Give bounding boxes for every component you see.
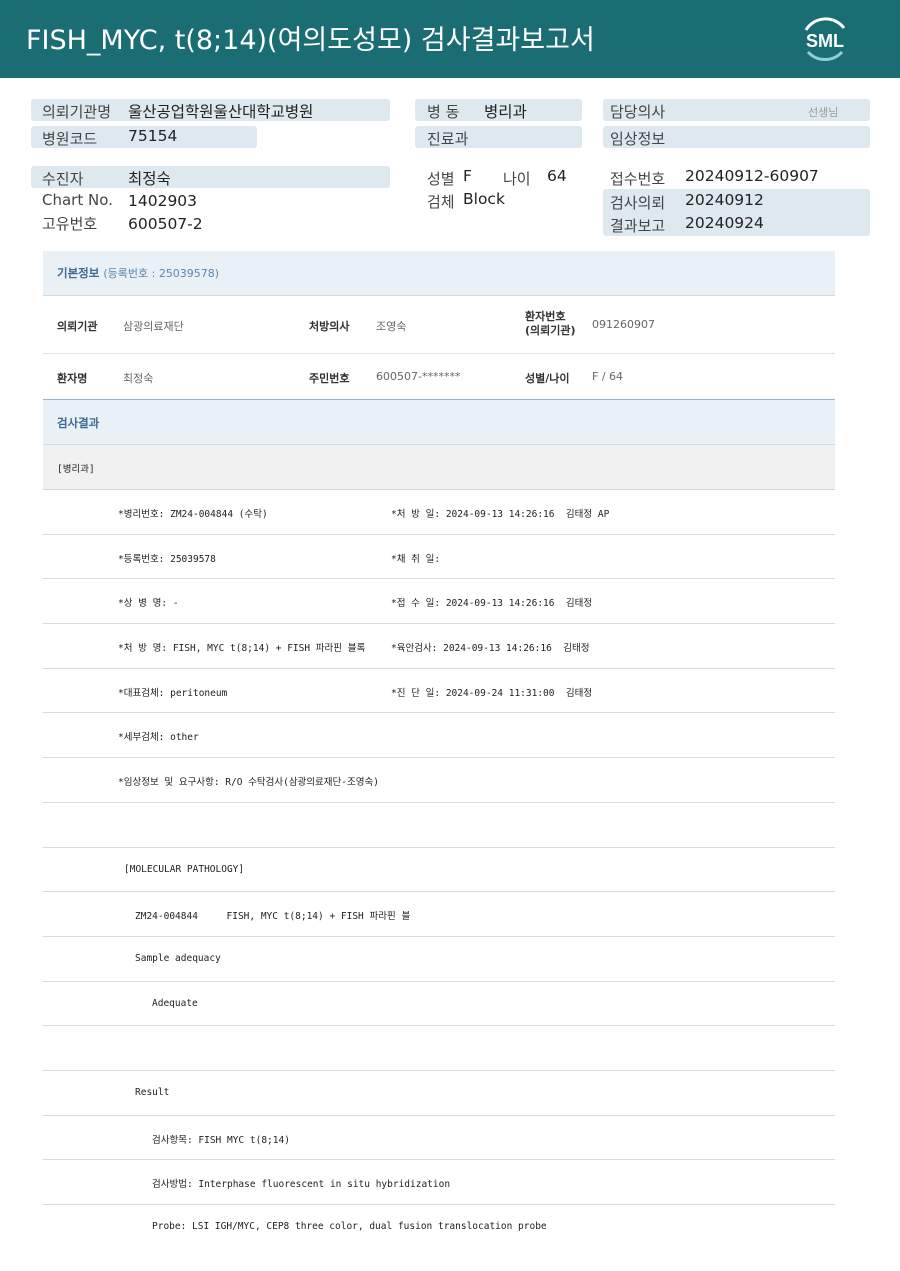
request-label: 검사의뢰	[610, 194, 666, 212]
result-line-left: *등록번호: 25039578	[118, 553, 216, 565]
report-value: 20240924	[685, 214, 764, 232]
rrn-val: 600507-*******	[376, 370, 461, 383]
hospital-code-value: 75154	[128, 127, 178, 145]
sml-logo-icon: SML	[804, 17, 846, 62]
result-line: *병리번호: ZM24-004844 (수탁) *처 방 일: 2024-09-…	[43, 490, 835, 535]
ward-label: 병 동	[427, 103, 460, 121]
basic-info-header: 기본정보 (등록번호 : 25039578)	[43, 251, 835, 296]
institution-key: 의뢰기관	[57, 320, 98, 333]
probe-line: Probe: LSI IGH/MYC, CEP8 three color, du…	[43, 1205, 835, 1250]
basic-info-row-1: 의뢰기관 삼광의료재단 처방의사 조영숙 환자번호 (의뢰기관) 0912609…	[43, 296, 835, 354]
method-text: 검사방법: Interphase fluorescent in situ hyb…	[152, 1179, 451, 1191]
item-text: 검사항목: FISH MYC t(8;14)	[152, 1134, 290, 1146]
result-label-line: Result	[43, 1071, 835, 1116]
unique-label: 고유번호	[42, 215, 98, 233]
name-val: 최정숙	[123, 372, 154, 385]
result-line-left: *처 방 명: FISH, MYC t(8;14) + FISH 파라핀 블록	[118, 643, 366, 655]
patient-value: 최정숙	[128, 170, 171, 188]
patient-no-key-line1: 환자번호	[525, 310, 566, 323]
adequacy-label-line: Sample adequacy	[43, 937, 835, 982]
item-line: 검사항목: FISH MYC t(8;14)	[43, 1116, 835, 1161]
result-line-right: *접 수 일: 2024-09-13 14:26:16 김태정	[391, 598, 593, 610]
patient-box	[31, 166, 390, 188]
result-line: *상 병 명: - *접 수 일: 2024-09-13 14:26:16 김태…	[43, 579, 835, 625]
sexage-val: F / 64	[592, 370, 624, 383]
registration-number: (등록번호 : 25039578)	[103, 267, 220, 280]
result-line-left: *상 병 명: -	[118, 598, 179, 610]
method-line: 검사방법: Interphase fluorescent in situ hyb…	[43, 1160, 835, 1205]
request-value: 20240912	[685, 191, 764, 209]
age-value: 64	[547, 167, 567, 185]
institution-value: 울산공업학원울산대학교병원	[128, 103, 314, 121]
chart-value: 1402903	[128, 192, 198, 210]
result-line: *등록번호: 25039578 *채 취 일:	[43, 535, 835, 580]
molecular-title: [MOLECULAR PATHOLOGY]	[124, 863, 245, 875]
hospital-code-label: 병원코드	[42, 130, 98, 148]
molecular-text: ZM24-004844 FISH, MYC t(8;14) + FISH 파라핀…	[135, 911, 411, 923]
result-line-left: *세부검체: other	[118, 732, 199, 744]
result-line-left: *병리번호: ZM24-004844 (수탁)	[118, 509, 268, 520]
probe-text: Probe: LSI IGH/MYC, CEP8 three color, du…	[152, 1221, 547, 1232]
patient-no-key: 환자번호 (의뢰기관)	[525, 310, 576, 338]
result-line-right: *진 단 일: 2024-09-24 11:31:00 김태정	[391, 687, 593, 699]
unique-value: 600507-2	[128, 215, 203, 233]
adequacy-label: Sample adequacy	[135, 952, 221, 964]
report-label: 결과보고	[610, 217, 666, 235]
specimen-value: Block	[463, 190, 505, 208]
institution-val: 삼광의료재단	[123, 320, 184, 333]
rrn-key: 주민번호	[309, 372, 350, 385]
result-line-left: *대표검체: peritoneum	[118, 687, 228, 699]
result-line-right: *육안검사: 2024-09-13 14:26:16 김태정	[391, 643, 590, 655]
clinical-label: 임상정보	[610, 130, 666, 148]
patient-no-key-line2: (의뢰기관)	[525, 324, 576, 337]
report-header: FISH_MYC, t(8;14)(여의도성모) 검사결과보고서 SML	[0, 0, 900, 78]
molecular-line: ZM24-004844 FISH, MYC t(8;14) + FISH 파라핀…	[43, 892, 835, 937]
name-key: 환자명	[57, 372, 88, 385]
dept-row: [병리과]	[43, 445, 835, 490]
patient-no-val: 091260907	[592, 318, 655, 331]
result-line: *임상정보 및 요구사항: R/O 수탁검사(삼광의료재단-조영숙)	[43, 758, 835, 803]
basic-info-row-2: 환자명 최정숙 주민번호 600507-******* 성별/나이 F / 64	[43, 354, 835, 400]
result-line-right: *처 방 일: 2024-09-13 14:26:16 김태정 AP	[391, 509, 610, 520]
dept-label-text: [병리과]	[57, 464, 95, 475]
adequacy-value: Adequate	[152, 997, 198, 1009]
blank-line	[43, 803, 835, 848]
result-label: Result	[135, 1086, 170, 1098]
sexage-key: 성별/나이	[525, 372, 570, 385]
specimen-label: 검체	[427, 193, 455, 211]
molecular-title-line: [MOLECULAR PATHOLOGY]	[43, 848, 835, 893]
blank-line	[43, 1026, 835, 1071]
doctor-key: 처방의사	[309, 320, 350, 333]
report-body: 기본정보 (등록번호 : 25039578) 의뢰기관 삼광의료재단 처방의사 …	[43, 251, 835, 1250]
age-label: 나이	[503, 170, 531, 188]
result-line: *세부검체: other	[43, 713, 835, 759]
logo-text: SML	[806, 31, 844, 51]
sex-label: 성별	[427, 170, 455, 188]
ward-value: 병리과	[484, 103, 527, 121]
sex-value: F	[463, 167, 472, 185]
doctor-val: 조영숙	[376, 320, 407, 333]
result-line: *처 방 명: FISH, MYC t(8;14) + FISH 파라핀 블록 …	[43, 624, 835, 669]
receipt-label: 접수번호	[610, 170, 666, 188]
adequacy-value-line: Adequate	[43, 982, 835, 1027]
receipt-value: 20240912-60907	[685, 167, 819, 185]
institution-label: 의뢰기관명	[42, 103, 112, 121]
result-line-right: *채 취 일:	[391, 553, 441, 565]
dept-label: 진료과	[427, 130, 469, 148]
result-line-left: *임상정보 및 요구사항: R/O 수탁검사(삼광의료재단-조영숙)	[118, 777, 379, 789]
report-title: FISH_MYC, t(8;14)(여의도성모) 검사결과보고서	[26, 25, 595, 56]
patient-label: 수진자	[42, 170, 84, 188]
result-line: *대표검체: peritoneum *진 단 일: 2024-09-24 11:…	[43, 669, 835, 714]
result-header: 검사결과	[43, 400, 835, 445]
result-title: 검사결과	[57, 416, 100, 430]
doctor-suffix: 선생님	[808, 106, 839, 119]
basic-info-title: 기본정보	[57, 266, 100, 280]
chart-label: Chart No.	[42, 191, 113, 209]
doctor-label: 담당의사	[610, 103, 666, 121]
